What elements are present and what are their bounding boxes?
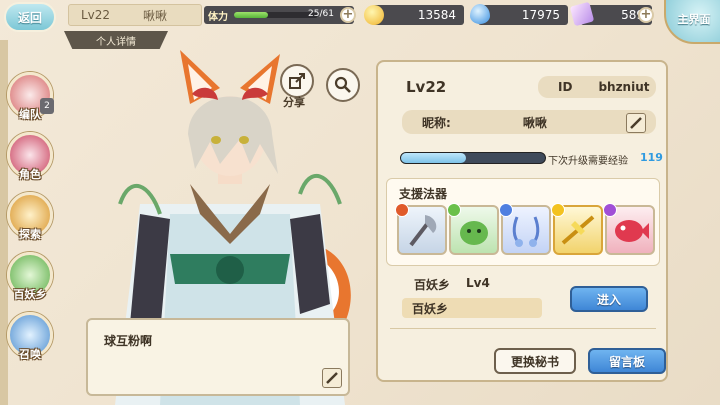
gem-display: 17975 <box>478 5 568 25</box>
artifact-slot-golden[interactable] <box>551 203 603 255</box>
village-name: 百妖乡 <box>412 301 449 316</box>
wood-element-icon <box>447 203 461 217</box>
edit-signature-icon[interactable] <box>322 368 342 388</box>
stamina-value: 25/61 <box>308 9 334 19</box>
game-screen: 返回 Lv22 啾啾 个人详情 体力 25/61 + 13584 17975 5… <box>0 0 720 405</box>
menu-formation[interactable]: 编队 2 <box>2 72 58 128</box>
menu-village-label: 百妖乡 <box>13 288 47 301</box>
edit-nickname-icon[interactable] <box>626 113 646 133</box>
light-element-icon <box>551 203 565 217</box>
support-artifact-box: 支援法器 <box>386 178 660 266</box>
artifact-slot-axe[interactable] <box>395 203 447 255</box>
menu-village[interactable]: 百妖乡 <box>2 252 58 308</box>
add-ticket-button[interactable]: + <box>638 7 654 23</box>
share-button[interactable] <box>280 64 314 98</box>
water-element-icon <box>499 203 513 217</box>
profile-level: Lv22 <box>406 78 447 96</box>
artifact-slot-bells[interactable] <box>499 203 551 255</box>
back-button[interactable]: 返回 <box>4 2 56 32</box>
artifact-slot-fish[interactable] <box>603 203 655 255</box>
player-name: 啾啾 <box>143 8 168 23</box>
signature-text: 球互粉啊 <box>104 334 153 348</box>
exp-bar-fill <box>401 153 466 163</box>
menu-character[interactable]: 角色 <box>2 132 58 188</box>
main-menu-button[interactable]: 主界面 <box>664 0 720 44</box>
exp-value: 119 <box>640 151 663 164</box>
panel-divider <box>390 328 656 329</box>
menu-summon-label: 召唤 <box>19 348 41 361</box>
search-button[interactable] <box>326 68 360 102</box>
village-title: 百妖乡 <box>414 278 451 292</box>
menu-explore[interactable]: 探索 <box>2 192 58 248</box>
gold-coin-icon <box>364 5 384 25</box>
profile-panel: Lv22 ID bhzniut 昵称: 啾啾 下次升级需要经验 119 支援法器 <box>376 60 668 382</box>
exp-label: 下次升级需要经验 <box>548 156 628 167</box>
gold-display: 13584 <box>372 5 464 25</box>
village-name-pill: 百妖乡 <box>402 298 542 318</box>
id-value: bhzniut <box>598 80 650 94</box>
add-stamina-button[interactable]: + <box>340 7 356 23</box>
formation-count-badge: 2 <box>40 98 54 114</box>
dark-element-icon <box>603 203 617 217</box>
stamina-bar-fill <box>234 12 269 18</box>
player-info-strip: Lv22 啾啾 <box>68 4 202 26</box>
artifact-slot-plant[interactable] <box>447 203 499 255</box>
gem-value: 17975 <box>521 8 560 22</box>
nickname-label: 昵称: <box>422 115 451 130</box>
change-secretary-button[interactable]: 更换秘书 <box>494 348 576 374</box>
top-bar: 返回 Lv22 啾啾 个人详情 体力 25/61 + 13584 17975 5… <box>0 0 720 49</box>
stamina-bar <box>234 12 318 18</box>
nickname-pill: 昵称: 啾啾 <box>402 110 656 134</box>
menu-explore-label: 探索 <box>19 228 41 241</box>
menu-formation-label: 编队 <box>19 108 41 121</box>
player-level: Lv22 <box>81 8 111 22</box>
gold-value: 13584 <box>417 8 456 22</box>
player-id-pill: ID bhzniut <box>538 76 656 98</box>
message-board-button[interactable]: 留言板 <box>588 348 666 374</box>
search-icon <box>334 76 351 93</box>
support-title: 支援法器 <box>399 187 448 201</box>
menu-character-label: 角色 <box>19 168 41 181</box>
fire-element-icon <box>395 203 409 217</box>
water-drop-icon <box>470 4 490 24</box>
village-level: Lv4 <box>466 276 490 290</box>
stamina-display: 体力 25/61 <box>204 6 354 24</box>
menu-summon[interactable]: 召唤 <box>2 312 58 368</box>
signature-dialog: 球互粉啊 <box>86 318 350 396</box>
id-label: ID <box>558 80 573 94</box>
stamina-label: 体力 <box>208 12 228 23</box>
share-icon <box>289 73 305 89</box>
share-label: 分享 <box>283 96 305 109</box>
enter-village-button[interactable]: 进入 <box>570 286 648 312</box>
nickname-value: 啾啾 <box>522 115 547 130</box>
exp-bar <box>400 152 546 164</box>
